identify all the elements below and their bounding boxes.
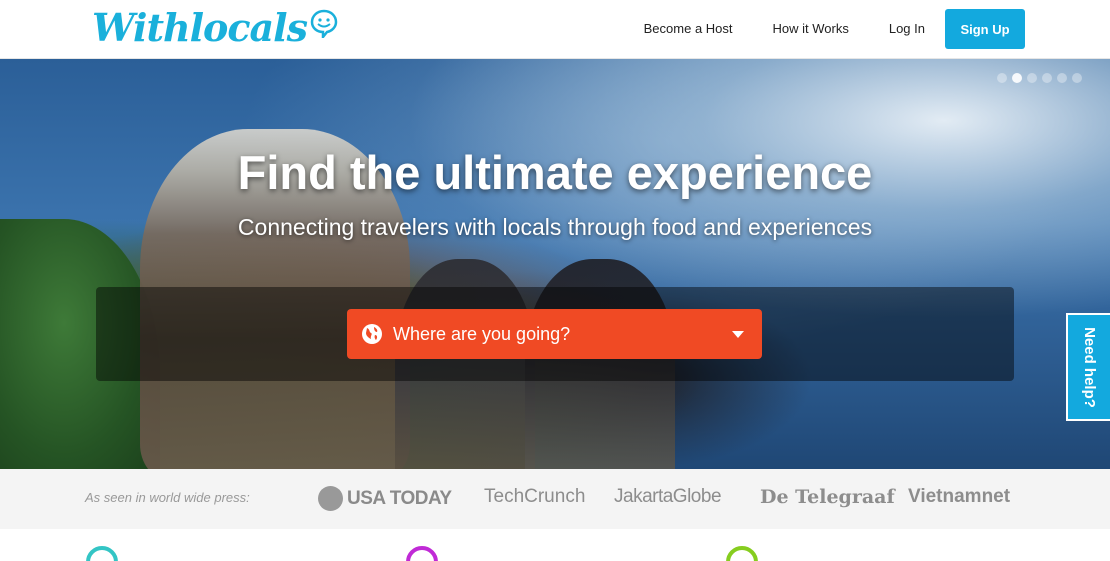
vietnamnet-logo: Vietnamnet <box>908 486 1011 507</box>
logo-text: Withlocals <box>92 5 308 50</box>
jakarta-globe-logo: JakartaGlobe <box>614 486 722 507</box>
slide-dot-4[interactable] <box>1042 73 1052 83</box>
slide-dot-2[interactable] <box>1012 73 1022 83</box>
destination-dropdown[interactable]: Where are you going? <box>347 309 762 359</box>
slide-dots <box>992 73 1082 83</box>
techcrunch-logo: TechCrunch <box>484 486 586 507</box>
hero-banner: Find the ultimate experience Connecting … <box>0 59 1110 469</box>
log-in-link[interactable]: Log In <box>889 9 925 49</box>
site-header: Withlocals Become a Host How it Works Lo… <box>0 0 1110 59</box>
slide-dot-1[interactable] <box>997 73 1007 83</box>
smile-icon <box>310 9 338 38</box>
need-help-label: Need help? <box>1080 326 1098 408</box>
feature-smile-icon-green <box>726 546 758 561</box>
slide-dot-5[interactable] <box>1057 73 1067 83</box>
globe-icon <box>362 324 382 344</box>
sign-up-button[interactable]: Sign Up <box>945 9 1025 49</box>
feature-smile-icon-teal <box>86 546 118 561</box>
main-nav: Become a Host How it Works Log In Sign U… <box>644 9 1025 49</box>
features-section <box>0 529 1110 561</box>
hero-title: Find the ultimate experience <box>237 146 873 199</box>
press-band: As seen in world wide press: USA TODAY T… <box>0 469 1110 529</box>
telegraaf-logo: De Telegraaf <box>760 486 895 508</box>
how-it-works-link[interactable]: How it Works <box>773 9 849 49</box>
chevron-down-icon <box>732 330 744 338</box>
destination-placeholder: Where are you going? <box>393 323 571 344</box>
press-label: As seen in world wide press: <box>85 490 250 505</box>
usa-today-text: USA TODAY <box>347 487 452 509</box>
slide-dot-6[interactable] <box>1072 73 1082 83</box>
slide-dot-3[interactable] <box>1027 73 1037 83</box>
feature-smile-icon-purple <box>406 546 438 561</box>
need-help-tab[interactable]: Need help? <box>1066 313 1110 421</box>
usa-today-circle-icon <box>318 486 343 511</box>
become-host-link[interactable]: Become a Host <box>644 9 733 49</box>
hero-subtitle: Connecting travelers with locals through… <box>237 214 873 240</box>
withlocals-logo[interactable]: Withlocals <box>92 4 339 52</box>
usa-today-logo: USA TODAY <box>318 486 452 511</box>
